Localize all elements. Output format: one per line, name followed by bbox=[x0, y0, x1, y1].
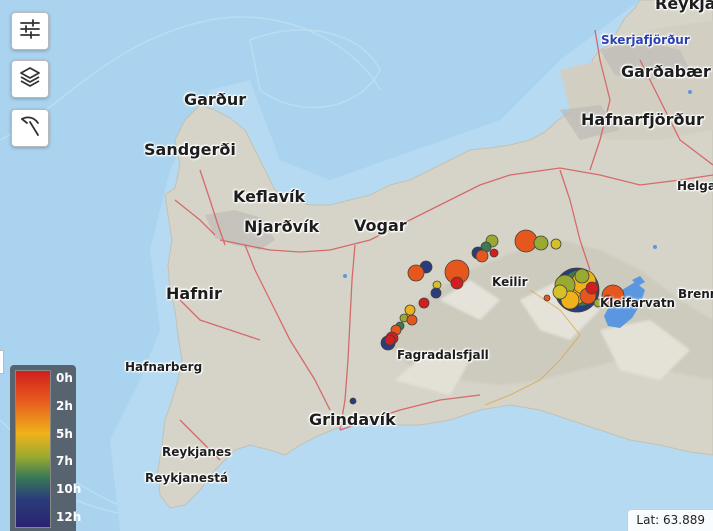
place-label: Garður bbox=[184, 90, 247, 109]
place-label: Hafnarfjörður bbox=[581, 110, 704, 129]
quake-dot bbox=[543, 294, 551, 302]
quake-dot bbox=[585, 281, 599, 295]
quake-dot bbox=[349, 397, 357, 405]
place-label: Brenn bbox=[678, 287, 713, 301]
place-label: Keflavík bbox=[233, 187, 306, 206]
place-label: Hafnir bbox=[166, 284, 222, 303]
quake-dot bbox=[533, 235, 549, 251]
place-label: Hafnarberg bbox=[125, 360, 203, 374]
quake-dot bbox=[407, 264, 425, 282]
place-label: Sandgerði bbox=[144, 140, 236, 159]
legend-color-bar bbox=[15, 370, 51, 528]
place-label: Kleifarvatn bbox=[600, 296, 676, 310]
tools-button[interactable] bbox=[11, 109, 49, 147]
quake-dot bbox=[574, 268, 590, 284]
quake-dot bbox=[418, 297, 430, 309]
quake-dot bbox=[384, 334, 396, 346]
place-label: Njarðvík bbox=[244, 217, 320, 236]
legend-label: 0h bbox=[56, 371, 73, 385]
side-panel-handle[interactable] bbox=[0, 350, 4, 374]
quake-dot bbox=[514, 229, 538, 253]
quake-dot bbox=[489, 248, 499, 258]
place-label: Reykjanes bbox=[162, 445, 232, 459]
place-label: Fagradalsfjall bbox=[397, 348, 489, 362]
filter-button[interactable] bbox=[11, 12, 49, 50]
layers-button[interactable] bbox=[11, 60, 49, 98]
map-canvas[interactable] bbox=[0, 0, 713, 531]
quake-dot bbox=[450, 276, 464, 290]
legend-label: 7h bbox=[56, 454, 73, 468]
place-label: Grindavík bbox=[309, 410, 396, 429]
quake-dot bbox=[475, 249, 489, 263]
pickaxe-icon bbox=[18, 114, 42, 143]
legend-label: 10h bbox=[56, 482, 82, 496]
water-label: Skerjafjörður bbox=[601, 33, 690, 47]
place-label: Helga bbox=[677, 179, 713, 193]
quake-dot bbox=[404, 304, 416, 316]
quake-dot bbox=[406, 314, 418, 326]
sliders-icon bbox=[18, 17, 42, 46]
legend-label: 2h bbox=[56, 399, 73, 413]
legend-label: 5h bbox=[56, 427, 73, 441]
place-label: Reykjanestá bbox=[145, 471, 229, 485]
place-label: Garðabær bbox=[621, 62, 711, 81]
layers-icon bbox=[18, 65, 42, 94]
place-label: Vogar bbox=[354, 216, 407, 235]
legend-label: 12h bbox=[56, 510, 82, 524]
quake-dot bbox=[430, 287, 442, 299]
quake-dot bbox=[552, 284, 568, 300]
coordinate-readout: Lat: 63.889 bbox=[627, 509, 713, 531]
place-label: Keilir bbox=[492, 275, 528, 289]
quake-dot bbox=[550, 238, 562, 250]
time-legend: 0h 2h 5h 7h 10h 12h bbox=[10, 365, 81, 531]
place-label: Reykjavík bbox=[655, 0, 713, 13]
